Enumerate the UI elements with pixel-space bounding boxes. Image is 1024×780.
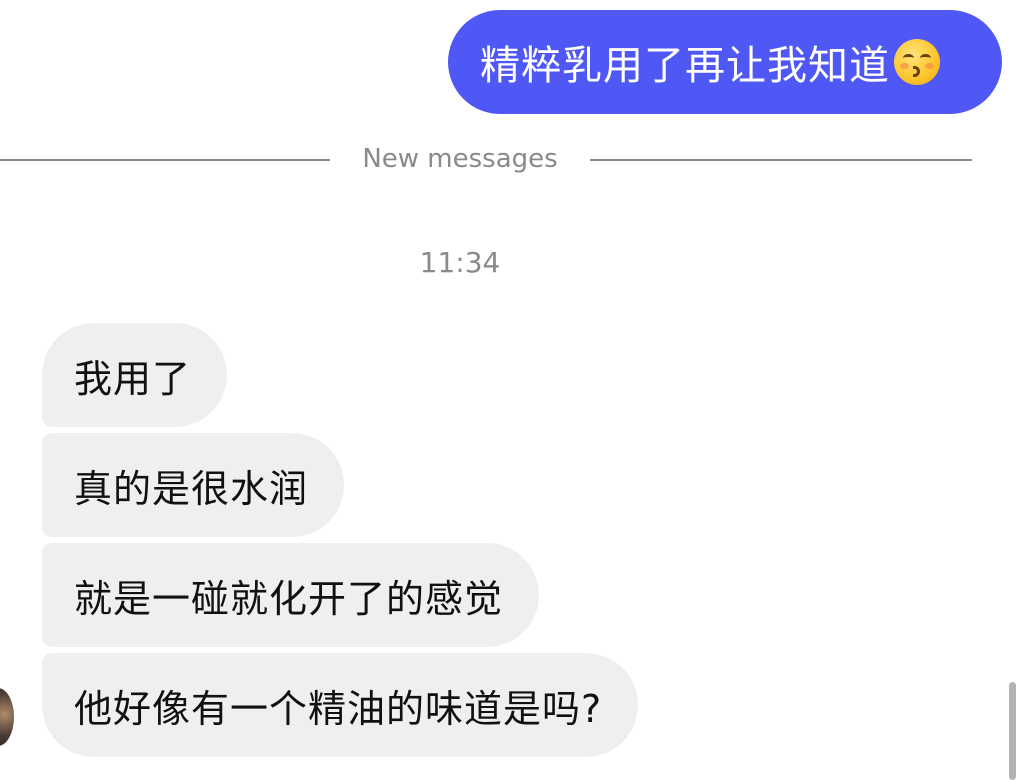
new-messages-divider-right [590,159,972,161]
new-messages-divider-left [0,159,330,161]
chat-thread: 精粹乳用了再让我知道 New messages 11:34 我用了 真的是很水润… [0,0,1024,780]
message-text: 真的是很水润 [74,466,309,511]
message-text: 他好像有一个精油的味道是吗? [74,686,603,731]
incoming-message-bubble[interactable]: 就是一碰就化开了的感觉 [42,543,540,647]
message-text: 精粹乳用了再让我知道 [480,43,890,89]
incoming-message-bubble[interactable]: 我用了 [42,323,228,427]
message-text: 我用了 [74,356,192,401]
message-text: 就是一碰就化开了的感觉 [74,576,504,621]
incoming-message-bubble[interactable]: 真的是很水润 [42,433,345,537]
message-timestamp: 11:34 [419,246,501,279]
kissing-face-emoji-icon [894,39,940,85]
new-messages-divider-label: New messages [362,144,558,174]
outgoing-message-bubble[interactable]: 精粹乳用了再让我知道 [448,10,1002,114]
sender-avatar[interactable] [0,688,14,746]
scrollbar[interactable] [1009,682,1016,780]
incoming-message-bubble[interactable]: 他好像有一个精油的味道是吗? [42,653,639,757]
